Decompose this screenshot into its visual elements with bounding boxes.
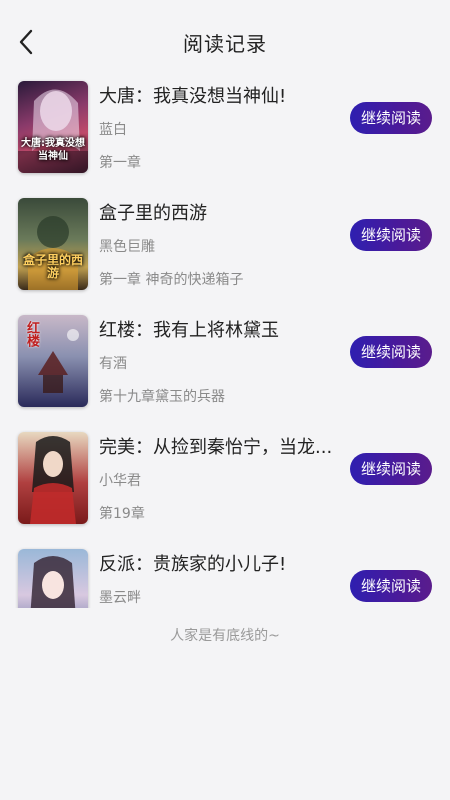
cover-art-icon [30, 556, 76, 608]
book-title[interactable]: 反派：贵族家的小儿子! [99, 550, 339, 576]
continue-reading-button[interactable]: 继续阅读 [350, 219, 432, 251]
book-chapter: 第一章 [99, 155, 141, 171]
book-cover[interactable]: 红楼 [18, 315, 88, 407]
continue-reading-button[interactable]: 继续阅读 [350, 336, 432, 368]
list-item[interactable]: 盒子里的西游 盒子里的西游 黑色巨雕 第一章 神奇的快递箱子 继续阅读 [0, 195, 450, 312]
book-author: 黑色巨雕 [99, 239, 155, 255]
continue-reading-button[interactable]: 继续阅读 [350, 570, 432, 602]
continue-reading-button[interactable]: 继续阅读 [350, 102, 432, 134]
book-chapter: 第一章 神奇的快递箱子 [99, 272, 244, 288]
cover-title: 盒子里的西游 [22, 253, 83, 280]
book-cover[interactable]: 盒子里的西游 [18, 198, 88, 290]
list-item[interactable]: 大唐:我真没想当神仙 大唐：我真没想当神仙! 蓝白 第一章 继续阅读 [0, 78, 450, 195]
page-title: 阅读记录 [183, 32, 267, 56]
cover-title: 红楼 [24, 321, 39, 347]
book-author: 有酒 [99, 356, 127, 372]
cover-title: 大唐:我真没想当神仙 [21, 138, 85, 162]
book-author: 蓝白 [99, 122, 127, 138]
cover-art-icon [30, 436, 76, 524]
list-end-text: 人家是有底线的~ [170, 628, 280, 644]
book-author: 小华君 [99, 473, 141, 489]
continue-reading-button[interactable]: 继续阅读 [350, 453, 432, 485]
list-item[interactable]: 反派：贵族家的小儿子! 墨云畔 继续阅读 [0, 546, 450, 608]
book-title[interactable]: 盒子里的西游 [99, 199, 339, 225]
book-cover[interactable] [18, 432, 88, 524]
book-author: 墨云畔 [99, 590, 141, 606]
book-title[interactable]: 大唐：我真没想当神仙! [99, 82, 339, 108]
book-title[interactable]: 完美：从捡到秦怡宁，当龙... [99, 433, 339, 459]
header: 阅读记录 [0, 0, 450, 84]
list-item[interactable]: 红楼 红楼：我有上将林黛玉 有酒 第十九章黛玉的兵器 继续阅读 [0, 312, 450, 429]
book-cover[interactable] [18, 549, 88, 608]
book-title[interactable]: 红楼：我有上将林黛玉 [99, 316, 339, 342]
list-item[interactable]: 完美：从捡到秦怡宁，当龙... 小华君 第19章 继续阅读 [0, 429, 450, 546]
book-chapter: 第19章 [99, 506, 145, 522]
book-chapter: 第十九章黛玉的兵器 [99, 389, 225, 405]
book-cover[interactable]: 大唐:我真没想当神仙 [18, 81, 88, 173]
reading-history-list: 大唐:我真没想当神仙 大唐：我真没想当神仙! 蓝白 第一章 继续阅读 盒子里的西… [0, 78, 450, 608]
